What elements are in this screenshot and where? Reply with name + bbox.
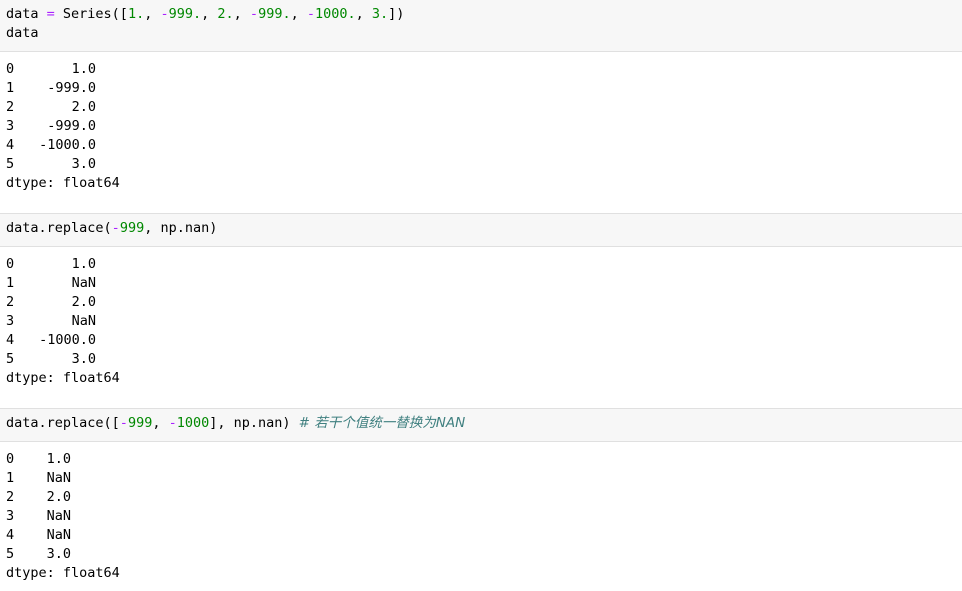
operator-token: -	[306, 6, 315, 22]
operator-token: -	[249, 6, 259, 22]
series-row: 1 NaN	[6, 274, 956, 293]
code-cell-2-output: 0 1.0 1 NaN 2 2.0 3 NaN 4 -1000.0 5 3.0 dtype:…	[0, 247, 962, 408]
number-token: 999.	[258, 6, 291, 22]
number-token: 999	[119, 220, 145, 236]
series-value: 3.0	[71, 156, 96, 172]
code-line: data = Series([1., -999., 2., -999., -10…	[6, 5, 956, 24]
dtype-label: dtype: float64	[6, 370, 120, 386]
number-token: 3.	[371, 6, 389, 22]
series-index: 2	[6, 99, 15, 115]
code-cell-1-input[interactable]: data = Series([1., -999., 2., -999., -10…	[0, 0, 962, 52]
series-row: 0 1.0	[6, 450, 956, 469]
code-token: ,	[233, 6, 250, 22]
code-token: ,	[355, 6, 372, 22]
series-index: 4	[6, 137, 15, 153]
series-row: 2 2.0	[6, 98, 956, 117]
operator-token: -	[160, 6, 169, 22]
series-index: 5	[6, 351, 15, 367]
series-value: NaN	[46, 527, 71, 543]
series-value: 2.0	[46, 489, 71, 505]
series-index: 3	[6, 118, 15, 134]
series-value: -1000.0	[39, 332, 96, 348]
series-row: 2 2.0	[6, 488, 956, 507]
series-row: 5 3.0	[6, 545, 956, 564]
code-token: ,	[290, 6, 307, 22]
number-token: 1000	[176, 415, 210, 431]
series-index: 4	[6, 332, 15, 348]
series-value: -999.0	[47, 80, 96, 96]
series-index: 2	[6, 489, 15, 505]
operator-token: =	[46, 6, 55, 22]
series-row: 5 3.0	[6, 350, 956, 369]
number-token: 999	[127, 415, 153, 431]
code-token: ,	[201, 6, 218, 22]
series-value: 3.0	[46, 546, 71, 562]
code-token: data.replace([	[6, 415, 120, 431]
series-row: 0 1.0	[6, 60, 956, 79]
number-token: 2.	[217, 6, 234, 22]
series-index: 3	[6, 508, 15, 524]
series-row: 1 -999.0	[6, 79, 956, 98]
code-token: ])	[388, 6, 405, 22]
number-token: 1000.	[314, 6, 356, 22]
series-value: NaN	[71, 275, 96, 291]
code-line: data.replace(-999, np.nan)	[6, 219, 956, 238]
series-index: 2	[6, 294, 15, 310]
series-value: 2.0	[71, 99, 96, 115]
series-index: 5	[6, 156, 15, 172]
series-value: -1000.0	[39, 137, 96, 153]
series-value: NaN	[46, 508, 71, 524]
series-row: 2 2.0	[6, 293, 956, 312]
code-line: data	[6, 25, 39, 41]
series-index: 3	[6, 313, 15, 329]
series-index: 0	[6, 256, 15, 272]
series-row: 1 NaN	[6, 469, 956, 488]
series-value: 2.0	[71, 294, 96, 310]
series-value: NaN	[46, 470, 71, 486]
series-row: 4 -1000.0	[6, 136, 956, 155]
series-index: 1	[6, 80, 15, 96]
code-cell-3-output: 0 1.0 1 NaN 2 2.0 3 NaN 4 NaN 5 3.0 dtype: flo…	[0, 442, 962, 591]
operator-token: -	[168, 415, 177, 431]
series-value: -999.0	[47, 118, 96, 134]
series-value: NaN	[71, 313, 96, 329]
series-row: 3 NaN	[6, 507, 956, 526]
code-token: data.replace(	[6, 220, 112, 236]
code-token: data	[6, 6, 47, 22]
series-index: 1	[6, 470, 15, 486]
dtype-label: dtype: float64	[6, 175, 120, 191]
dtype-label: dtype: float64	[6, 565, 120, 581]
series-value: 3.0	[71, 351, 96, 367]
code-cell-1-output: 0 1.0 1 -999.0 2 2.0 3 -999.0 4 -1000.0 5 3.0 …	[0, 52, 962, 213]
comment-token: # 若干个值统一替换为NAN	[298, 415, 466, 431]
operator-token: -	[111, 220, 120, 236]
series-value: 1.0	[46, 451, 71, 467]
number-token: 1.	[127, 6, 145, 22]
series-index: 4	[6, 527, 15, 543]
number-token: 999.	[168, 6, 202, 22]
code-token: ,	[152, 415, 169, 431]
code-cell-2-input[interactable]: data.replace(-999, np.nan)	[0, 213, 962, 247]
series-value: 1.0	[71, 256, 96, 272]
series-row: 3 NaN	[6, 312, 956, 331]
series-index: 0	[6, 61, 15, 77]
code-token: ,	[144, 6, 161, 22]
code-cell-3-input[interactable]: data.replace([-999, -1000], np.nan) # 若干…	[0, 408, 962, 442]
series-row: 3 -999.0	[6, 117, 956, 136]
operator-token: -	[119, 415, 128, 431]
series-row: 0 1.0	[6, 255, 956, 274]
code-token: ], np.nan)	[209, 415, 299, 431]
code-token: Series([	[54, 6, 128, 22]
series-value: 1.0	[71, 61, 96, 77]
series-row: 4 NaN	[6, 526, 956, 545]
series-index: 0	[6, 451, 15, 467]
code-token: , np.nan)	[144, 220, 218, 236]
series-index: 1	[6, 275, 15, 291]
code-line: data.replace([-999, -1000], np.nan) # 若干…	[6, 414, 956, 433]
series-row: 5 3.0	[6, 155, 956, 174]
series-index: 5	[6, 546, 15, 562]
series-row: 4 -1000.0	[6, 331, 956, 350]
